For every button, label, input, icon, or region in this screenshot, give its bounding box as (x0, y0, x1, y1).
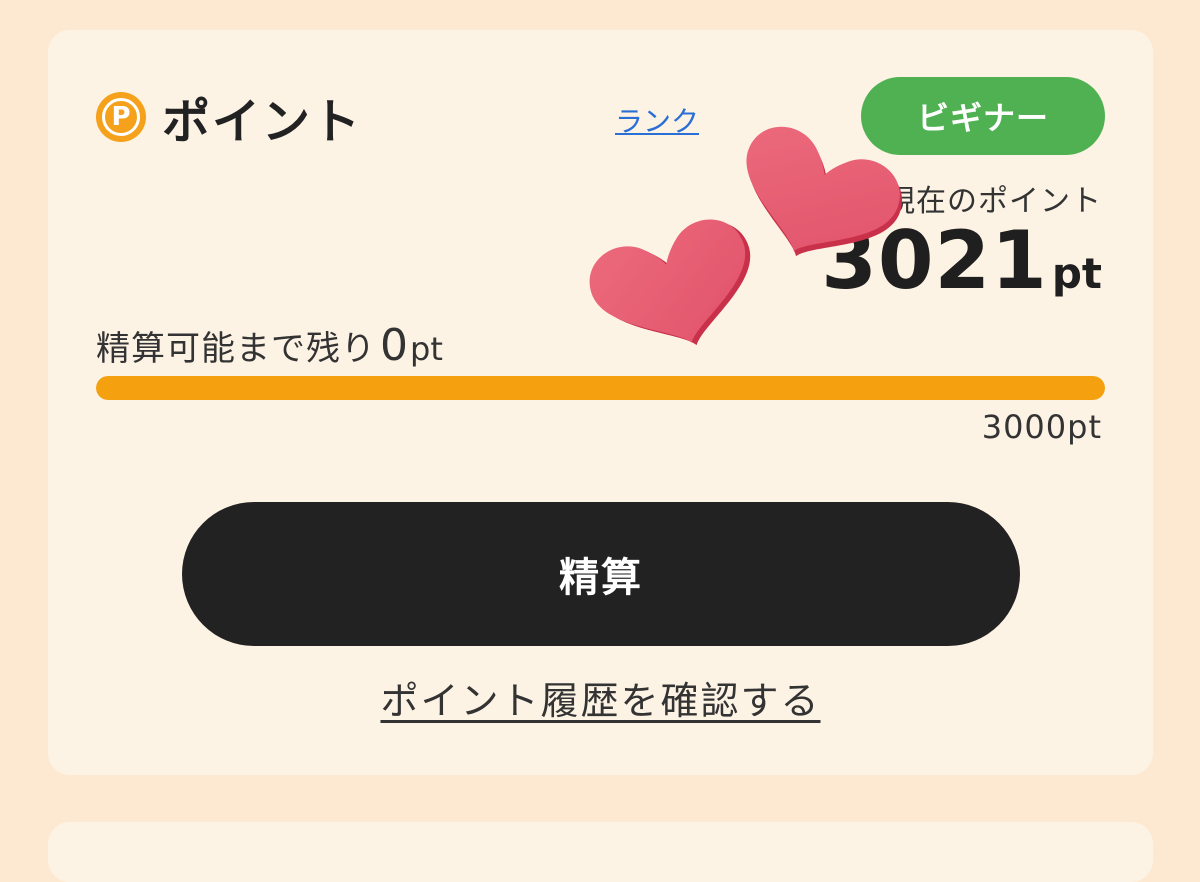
points-card: P ポイント ランク ビギナー 現在のポイント 3021 pt 精算可能まで残り… (48, 30, 1153, 775)
p-coin-letter: P (102, 98, 140, 136)
hearts-sticker-icon (589, 126, 903, 346)
heart-icon-left (589, 219, 751, 346)
card-header: P ポイント (96, 82, 362, 152)
progress-bar-fill (96, 376, 1105, 400)
remaining-unit: pt (410, 330, 443, 368)
target-points: 3000pt (981, 408, 1102, 446)
progress-bar (96, 376, 1105, 400)
remaining-value: 0 (380, 320, 408, 371)
history-link-row: ポイント履歴を確認する (48, 670, 1153, 725)
remaining-label: 精算可能まで残り (96, 329, 376, 369)
p-coin-icon: P (96, 92, 146, 142)
next-card (48, 822, 1153, 882)
current-points-unit: pt (1051, 249, 1102, 298)
card-title: ポイント (162, 94, 363, 150)
remaining-to-settle: 精算可能まで残り 0 pt (96, 320, 443, 371)
point-history-link[interactable]: ポイント履歴を確認する (380, 679, 820, 723)
settle-button[interactable]: 精算 (182, 502, 1020, 646)
